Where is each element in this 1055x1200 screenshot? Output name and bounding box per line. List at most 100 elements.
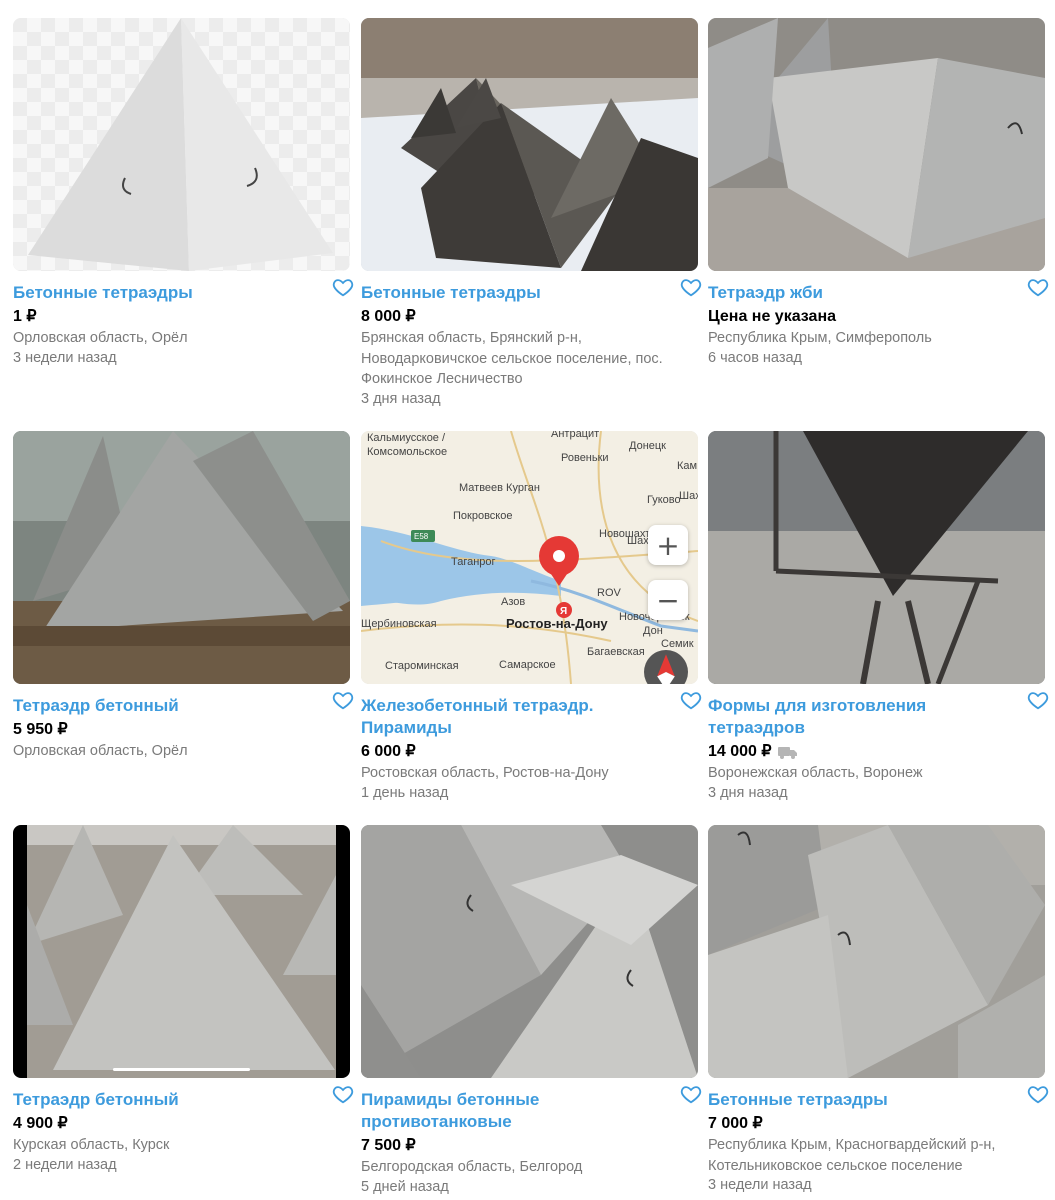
map-place-label: Гуково	[647, 494, 681, 506]
listing-location: Орловская область, Орёл	[13, 743, 188, 759]
map-place-label: Донецк	[629, 440, 666, 452]
favorite-heart-icon[interactable]	[680, 689, 702, 711]
favorite-heart-icon[interactable]	[680, 1083, 702, 1105]
map-place-label: Багаевская	[587, 646, 645, 658]
listing-photo[interactable]	[708, 431, 1045, 684]
listing-price: 6 000 ₽	[361, 743, 416, 760]
map-place-label: Комсомольское	[367, 446, 447, 458]
map-place-label: Самарское	[499, 659, 556, 671]
listing-photo[interactable]	[361, 18, 698, 271]
listing-date: 2 недели назад	[13, 1156, 117, 1173]
listing-date: 3 дня назад	[361, 390, 441, 407]
listing-photo[interactable]	[13, 18, 350, 271]
favorite-heart-icon[interactable]	[1027, 1083, 1049, 1105]
listing-title-link[interactable]: Тетраэдр бетонный	[13, 1089, 320, 1111]
listing-card[interactable]: Бетонные тетраэдры 7 000 ₽ Республика Кр…	[708, 825, 1049, 1196]
listing-price-row: 7 000 ₽	[708, 1113, 1045, 1135]
listing-location: Белгородская область, Белгород	[361, 1159, 583, 1175]
map-road-label: E58	[414, 532, 429, 541]
favorite-heart-icon[interactable]	[332, 689, 354, 711]
listing-photo[interactable]	[708, 825, 1045, 1078]
listing-card[interactable]: Формы для изготовления тетраэдров 14 000…	[708, 431, 1049, 803]
compass-icon[interactable]	[644, 650, 688, 684]
map-place-label: Азов	[501, 596, 525, 608]
listing-price-row: 1 ₽	[13, 306, 350, 328]
listings-grid: Бетонные тетраэдры 1 ₽ Орловская область…	[0, 0, 1055, 1200]
listing-date: 3 недели назад	[13, 349, 117, 366]
listing-title-link[interactable]: Железобетонный тетраэдр. Пирамиды	[361, 695, 668, 739]
map-zoom-out-button[interactable]: −	[648, 580, 688, 620]
favorite-heart-icon[interactable]	[332, 1083, 354, 1105]
listing-price-row: 5 950 ₽	[13, 719, 350, 741]
listing-price: 1 ₽	[13, 308, 37, 325]
listing-location: Ростовская область, Ростов-на-Дону	[361, 765, 609, 781]
listing-location: Курская область, Курск	[13, 1137, 170, 1153]
listing-location: Воронежская область, Воронеж	[708, 765, 923, 781]
favorite-heart-icon[interactable]	[332, 276, 354, 298]
delivery-truck-icon	[777, 746, 797, 759]
listing-title-link[interactable]: Пирамиды бетонные противотанковые	[361, 1089, 668, 1133]
listing-card[interactable]: Пирамиды бетонные противотанковые 7 500 …	[361, 825, 702, 1197]
listing-card[interactable]: Тетраэдр жби Цена не указана Республика …	[708, 18, 1049, 368]
listing-title-link[interactable]: Бетонные тетраэдры	[361, 282, 668, 304]
listing-price: 7 000 ₽	[708, 1115, 763, 1132]
listing-card[interactable]: Бетонные тетраэдры 1 ₽ Орловская область…	[13, 18, 354, 368]
listing-price-row: 14 000 ₽	[708, 741, 1045, 763]
map-place-label: Матвеев Курган	[459, 482, 540, 494]
map-zoom-in-button[interactable]: +	[648, 525, 688, 565]
listing-location: Республика Крым, Симферополь	[708, 330, 932, 346]
listing-location: Республика Крым, Красногвардейский р-н,	[708, 1137, 996, 1153]
listing-date: 3 дня назад	[708, 784, 788, 801]
map-place-label: Таганрог	[451, 556, 496, 568]
listing-date: 3 недели назад	[708, 1177, 812, 1193]
listing-price: Цена не указана	[708, 308, 836, 325]
listing-title-link[interactable]: Бетонные тетраэдры	[13, 282, 320, 304]
listing-price-row: Цена не указана	[708, 306, 1045, 328]
listing-card[interactable]: Тетраэдр бетонный 4 900 ₽ Курская област…	[13, 825, 354, 1175]
map-place-label: Семик	[661, 638, 694, 650]
listing-location: Котельниковское сельское поселение	[708, 1157, 963, 1174]
listing-location: Новодарковичское сельское поселение, пос…	[361, 350, 663, 367]
listing-price-row: 4 900 ₽	[13, 1113, 350, 1135]
listing-location: Брянская область, Брянский р-н,	[361, 330, 582, 346]
map-place-label: Кальмиусское /	[367, 432, 446, 444]
listing-title-link[interactable]: Бетонные тетраэдры	[708, 1089, 1015, 1111]
listing-price: 8 000 ₽	[361, 308, 416, 325]
favorite-heart-icon[interactable]	[680, 276, 702, 298]
listing-location: Орловская область, Орёл	[13, 330, 188, 346]
listing-card[interactable]: E58 Кальмиусское / Комсомольское Антрацит Р…	[361, 431, 702, 803]
listing-map[interactable]: E58 Кальмиусское / Комсомольское Антрацит Р…	[361, 431, 698, 684]
listing-photo[interactable]	[708, 18, 1045, 271]
listing-location: Фокинское Лесничество	[361, 371, 523, 387]
listing-date: 5 дней назад	[361, 1178, 449, 1195]
map-place-label: Покровское	[453, 510, 512, 522]
listing-price-row: 6 000 ₽	[361, 741, 698, 763]
favorite-heart-icon[interactable]	[1027, 276, 1049, 298]
map-place-label: Шах	[679, 490, 698, 502]
map-place-label: Староминская	[385, 660, 459, 672]
map-place-label: Кам	[677, 460, 697, 472]
map-place-label: Ростов-на-Дону	[506, 616, 608, 631]
map-place-label: Антрацит	[551, 431, 599, 440]
listing-price: 14 000 ₽	[708, 743, 772, 760]
listing-title-link[interactable]: Формы для изготовления тетраэдров	[708, 695, 1015, 739]
listing-photo[interactable]	[13, 825, 350, 1078]
listing-price: 5 950 ₽	[13, 721, 68, 738]
map-place-label: Дон	[643, 625, 663, 637]
listing-title-link[interactable]: Тетраэдр бетонный	[13, 695, 320, 717]
listing-card[interactable]: Бетонные тетраэдры 8 000 ₽ Брянская обла…	[361, 18, 702, 409]
map-place-label: Ровеньки	[561, 452, 609, 464]
map-place-label: ROV	[597, 587, 622, 599]
listing-price: 7 500 ₽	[361, 1137, 416, 1154]
listing-photo[interactable]	[13, 431, 350, 684]
listing-price: 4 900 ₽	[13, 1115, 68, 1132]
svg-text:Я: Я	[560, 606, 567, 617]
listing-date: 1 день назад	[361, 784, 449, 801]
listing-card[interactable]: Тетраэдр бетонный 5 950 ₽ Орловская обла…	[13, 431, 354, 762]
listing-photo[interactable]	[361, 825, 698, 1078]
listing-date: 6 часов назад	[708, 349, 803, 366]
favorite-heart-icon[interactable]	[1027, 689, 1049, 711]
listing-price-row: 8 000 ₽	[361, 306, 698, 328]
listing-title-link[interactable]: Тетраэдр жби	[708, 282, 1015, 304]
map-place-label: Щербиновская	[361, 618, 437, 630]
